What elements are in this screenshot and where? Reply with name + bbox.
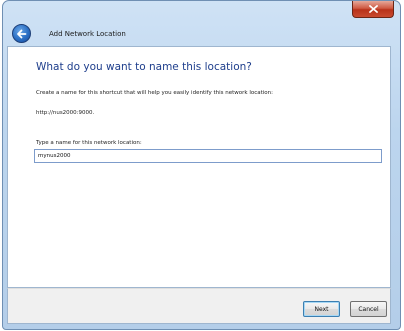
close-button[interactable] [352, 1, 394, 18]
location-name-input[interactable]: mynus2000 [34, 149, 382, 163]
cancel-button[interactable]: Cancel [350, 301, 387, 317]
close-icon [368, 5, 378, 13]
window-title: Add Network Location [49, 29, 126, 38]
wizard-footer: Next Cancel [7, 288, 391, 324]
back-arrow-icon [17, 29, 27, 38]
back-button[interactable] [12, 24, 31, 43]
page-heading: What do you want to name this location? [36, 61, 252, 73]
wizard-header: Add Network Location [8, 21, 395, 46]
name-field-label: Type a name for this network location: [36, 140, 142, 146]
next-button[interactable]: Next [303, 301, 340, 317]
network-location-url: http://nus2000:9000. [36, 110, 95, 116]
wizard-content: What do you want to name this location? … [7, 46, 391, 288]
instructions-text: Create a name for this shortcut that wil… [36, 90, 274, 96]
